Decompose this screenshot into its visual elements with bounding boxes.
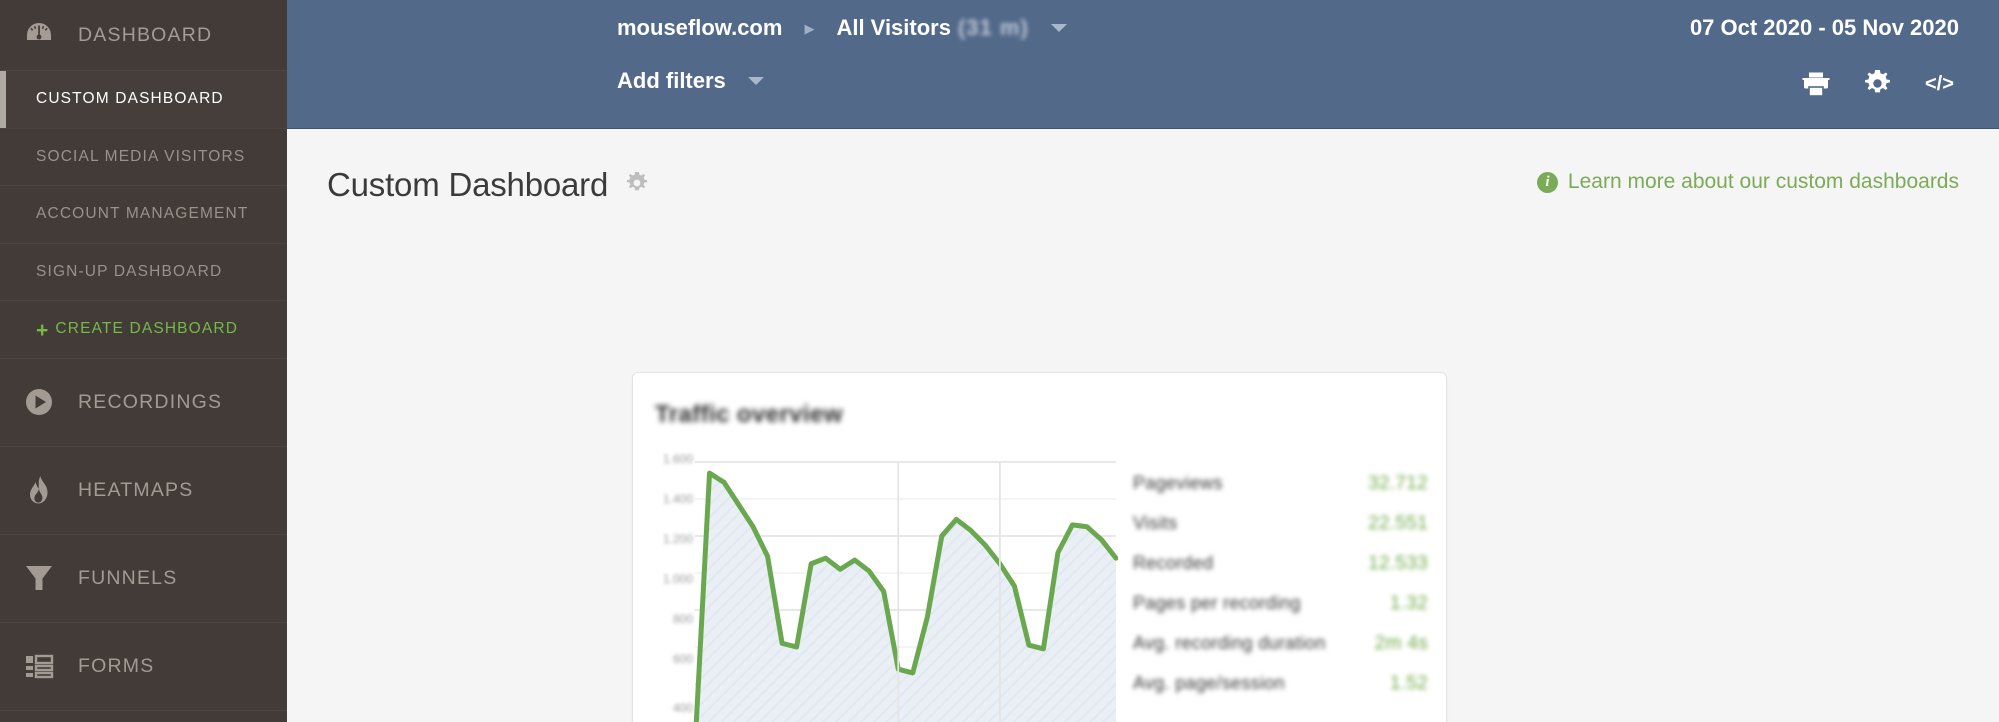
- funnel-icon: [22, 561, 56, 595]
- metric-label: Avg. recording duration: [1133, 633, 1326, 653]
- top-bar: mouseflow.com ▶ All Visitors (31 m) Add …: [287, 0, 1999, 129]
- breadcrumb: mouseflow.com ▶ All Visitors (31 m): [617, 15, 1067, 41]
- main-area: mouseflow.com ▶ All Visitors (31 m) Add …: [287, 0, 1999, 722]
- sidebar-item-custom-dashboard[interactable]: CUSTOM DASHBOARD: [0, 71, 287, 129]
- date-range-picker[interactable]: 07 Oct 2020 - 05 Nov 2020: [1690, 15, 1959, 41]
- code-icon[interactable]: </>: [1925, 73, 1959, 100]
- sidebar-item-label: SOCIAL MEDIA VISITORS: [36, 147, 246, 165]
- metric-value: 1.52: [1389, 673, 1428, 694]
- learn-more-label: Learn more about our custom dashboards: [1567, 170, 1959, 193]
- gauge-icon: [22, 18, 56, 52]
- forms-list-icon: [22, 649, 56, 683]
- sidebar-item-forms[interactable]: FORMS: [0, 623, 287, 711]
- sidebar-item-label: SIGN-UP DASHBOARD: [36, 262, 223, 280]
- widget-title: Traffic overview: [655, 401, 843, 428]
- page-header: Custom Dashboard i Learn more about our …: [327, 129, 1959, 204]
- play-circle-icon: [22, 385, 56, 419]
- add-filters-button[interactable]: Add filters: [617, 68, 764, 94]
- sidebar-item-label: CUSTOM DASHBOARD: [36, 90, 224, 108]
- page-title: Custom Dashboard: [327, 166, 609, 203]
- sidebar-section-label: DASHBOARD: [78, 23, 213, 46]
- metric-row: Visits 22.551: [1133, 513, 1428, 553]
- sidebar-item-funnels[interactable]: FUNNELS: [0, 535, 287, 623]
- sidebar-item-create-dashboard[interactable]: + CREATE DASHBOARD: [0, 301, 287, 359]
- sidebar-item-label: ACCOUNT MANAGEMENT: [36, 205, 249, 223]
- metric-value: 12.533: [1368, 553, 1428, 574]
- metric-row: Avg. page/session 1.52: [1133, 673, 1428, 713]
- widget-card-traffic-overview[interactable]: Traffic overview 1.600 1.400 1.200 1.000…: [632, 372, 1447, 722]
- metric-value: 2m 4s: [1374, 633, 1428, 654]
- gear-icon[interactable]: [626, 171, 648, 199]
- sidebar-section-dashboard[interactable]: DASHBOARD: [0, 0, 287, 71]
- widget-metrics-list: Pageviews 32.712 Visits 22.551 Recorded …: [1133, 473, 1428, 713]
- breadcrumb-site[interactable]: mouseflow.com: [617, 15, 782, 41]
- sidebar-item-social-media-visitors[interactable]: SOCIAL MEDIA VISITORS: [0, 129, 287, 186]
- plus-icon: +: [36, 318, 50, 342]
- metric-row: Pageviews 32.712: [1133, 473, 1428, 513]
- metric-value: 32.712: [1368, 473, 1428, 494]
- metric-value: 22.551: [1368, 513, 1428, 534]
- sidebar-item-label: HEATMAPS: [78, 478, 194, 501]
- flame-icon: [22, 473, 56, 507]
- learn-more-link[interactable]: i Learn more about our custom dashboards: [1536, 170, 1959, 194]
- sidebar-item-account-management[interactable]: ACCOUNT MANAGEMENT: [0, 186, 287, 244]
- metric-row: Avg. recording duration 2m 4s: [1133, 633, 1428, 673]
- metric-label: Pageviews: [1133, 473, 1223, 493]
- chart-plot: [693, 461, 1118, 722]
- sidebar-item-sign-up-dashboard[interactable]: SIGN-UP DASHBOARD: [0, 244, 287, 301]
- traffic-chart: 1.600 1.400 1.200 1.000 800 600 400 200: [653, 452, 1118, 722]
- sidebar-item-recordings[interactable]: RECORDINGS: [0, 359, 287, 447]
- chevron-down-icon[interactable]: [747, 77, 764, 85]
- sidebar-item-label: FUNNELS: [78, 566, 178, 589]
- svg-text:</>: </>: [1925, 73, 1954, 95]
- metric-value: 1.32: [1389, 593, 1428, 614]
- metric-row: Recorded 12.533: [1133, 553, 1428, 593]
- top-bar-actions: </>: [1802, 70, 1959, 102]
- sidebar-item-heatmaps[interactable]: HEATMAPS: [0, 447, 287, 535]
- chevron-right-icon: ▶: [804, 21, 815, 36]
- sidebar-item-label: CREATE DASHBOARD: [55, 320, 239, 338]
- app-root: DASHBOARD CUSTOM DASHBOARD SOCIAL MEDIA …: [0, 0, 1999, 722]
- breadcrumb-segment[interactable]: All Visitors: [836, 15, 951, 41]
- sidebar-item-label: FORMS: [78, 654, 155, 677]
- sidebar: DASHBOARD CUSTOM DASHBOARD SOCIAL MEDIA …: [0, 0, 287, 722]
- info-icon: i: [1536, 171, 1558, 193]
- print-icon[interactable]: [1802, 71, 1830, 102]
- gear-icon[interactable]: [1864, 70, 1891, 102]
- breadcrumb-segment-count: (31 m): [957, 15, 1029, 40]
- metric-label: Recorded: [1133, 553, 1214, 573]
- chevron-down-icon[interactable]: [1050, 24, 1067, 32]
- content-area: Custom Dashboard i Learn more about our …: [287, 129, 1999, 722]
- metric-label: Visits: [1133, 513, 1178, 533]
- sidebar-item-label: RECORDINGS: [78, 390, 223, 413]
- metric-label: Avg. page/session: [1133, 673, 1285, 693]
- metric-row: Pages per recording 1.32: [1133, 593, 1428, 633]
- add-filters-label: Add filters: [617, 68, 726, 93]
- metric-label: Pages per recording: [1133, 593, 1301, 613]
